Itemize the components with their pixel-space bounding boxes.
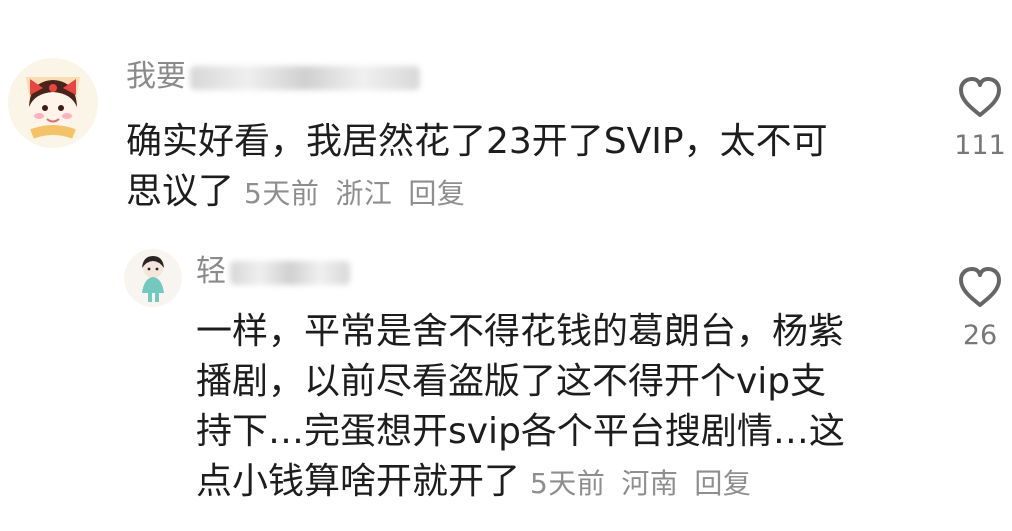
reply-name[interactable]: 轻 [196,255,350,289]
reply-text: 一样，平常是舍不得花钱的葛朗台，杨紫 播剧，以前尽看盗版了这不得开个vip支 持… [196,307,926,509]
girl-with-bow-avatar-icon [8,58,98,148]
like-button[interactable]: 111 [950,75,1010,161]
like-button[interactable]: 26 [950,265,1010,351]
reply-text-line: 一样，平常是舍不得花钱的葛朗台，杨紫 [196,311,845,352]
commenter-avatar[interactable] [8,58,98,148]
reply-avatar[interactable] [124,249,182,307]
heart-outline-icon [959,267,1001,307]
girl-in-teal-outfit-avatar-icon [124,249,182,307]
like-count: 26 [962,320,998,351]
reply-time: 5天前 [530,467,606,500]
reply-link[interactable]: 回复 [694,467,751,500]
comment-meta: 5天前 浙江 回复 [244,177,481,210]
comment-text: 确实好看，我居然花了23开了SVIP，太不可 思议了 5天前 浙江 回复 [126,117,906,219]
like-count: 111 [954,130,1006,161]
reply-text-line: 播剧，以前尽看盗版了这不得开个vip支 [196,361,827,402]
blurred-name-mask [190,65,420,90]
comment-2: 轻 一样，平常是舍不得花钱的葛朗台，杨紫 播剧，以前尽看盗版了这不得开个vip支… [0,230,1012,531]
comment-text-line: 确实好看，我居然花了23开了SVIP，太不可 [126,121,828,162]
reply-meta: 5天前 河南 回复 [530,467,767,500]
comment-1: 我要 确实好看，我居然花了23开了SVIP，太不可 思议了 5天前 浙江 回复 111 [0,0,1012,230]
reply-text-line: 点小钱算啥开就开了 5天前 河南 回复 [196,457,926,509]
reply-name-visible: 轻 [196,254,226,289]
reply-location: 河南 [621,467,679,500]
reply-text-line-end: 点小钱算啥开就开了 [196,461,521,502]
commenter-name[interactable]: 我要 [126,60,420,94]
commenter-name-visible: 我要 [126,59,186,94]
heart-outline-icon [959,77,1001,117]
reply-link[interactable]: 回复 [408,177,465,210]
comment-location: 浙江 [335,177,393,210]
blurred-name-mask [230,260,350,285]
comment-time: 5天前 [244,177,320,210]
comment-text-line-end: 思议了 [126,171,235,212]
reply-text-line: 持下…完蛋想开svip各个平台搜剧情…这 [196,411,845,452]
comment-text-line: 思议了 5天前 浙江 回复 [126,167,906,219]
